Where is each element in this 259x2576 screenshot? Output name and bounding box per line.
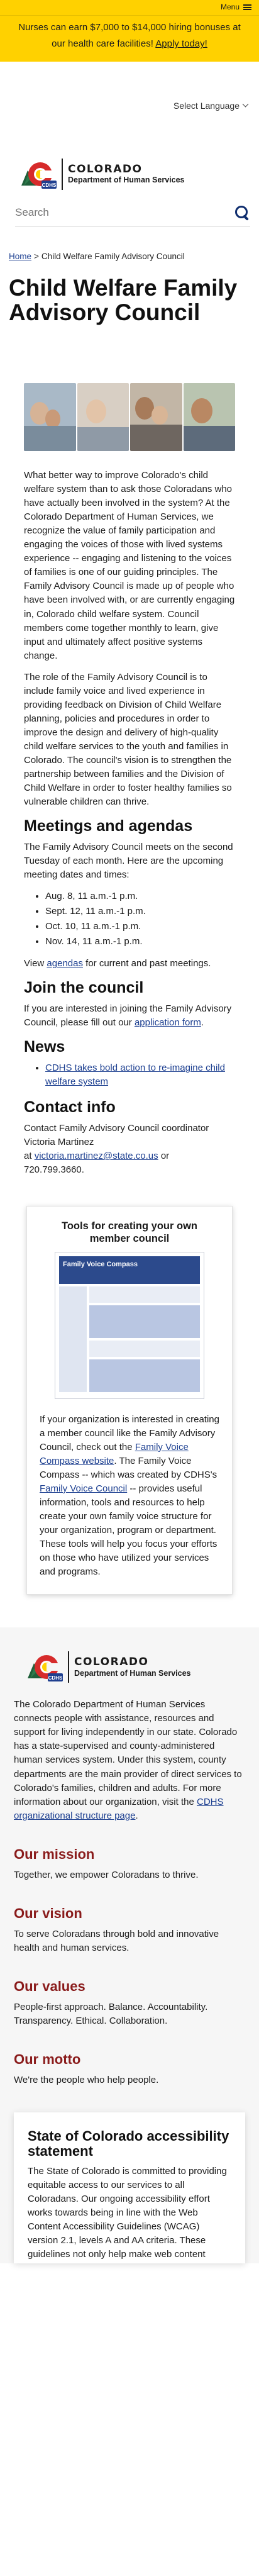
breadcrumb: Home > Child Welfare Family Advisory Cou…	[0, 226, 259, 263]
contact-or: or	[158, 1151, 170, 1162]
mission-heading: Our mission	[14, 1846, 95, 1862]
accessibility-heading: State of Colorado accessibility statemen…	[28, 2127, 229, 2160]
tools-card-title: Tools for creating your own member counc…	[61, 1220, 198, 1244]
meeting-date-item: Aug. 8, 11 a.m.-1 p.m.	[45, 889, 235, 903]
family-voice-council-link[interactable]: Family Voice Council	[40, 1483, 127, 1494]
logo-line-department: Department of Human Services	[68, 176, 185, 185]
values-text: People-first approach. Balance. Accounta…	[14, 2001, 208, 2026]
site-footer: CDHS COLORADO Department of Human Servic…	[0, 1627, 259, 2263]
news-link[interactable]: CDHS takes bold action to re-imagine chi…	[45, 1062, 225, 1087]
family-photo-2	[77, 383, 129, 452]
site-logo[interactable]: CDHS COLORADO Department of Human Servic…	[0, 112, 259, 200]
search-input[interactable]	[15, 206, 204, 220]
contact-email-link[interactable]: victoria.martinez@state.co.us	[35, 1151, 158, 1161]
meetings-text: The Family Advisory Council meets on the…	[24, 842, 233, 881]
breadcrumb-separator: >	[34, 251, 39, 261]
vision-heading: Our vision	[14, 1905, 82, 1921]
contact-text: Contact Family Advisory Council coordina…	[24, 1122, 235, 1177]
top-bar: Menu	[0, 0, 259, 15]
mission-text: Together, we empower Coloradans to thriv…	[14, 1869, 199, 1880]
news-heading: News	[24, 1038, 65, 1056]
footer-description: The Colorado Department of Human Service…	[0, 1684, 259, 1822]
chevron-down-icon	[242, 101, 249, 108]
application-form-link[interactable]: application form	[135, 1017, 201, 1028]
compass-image-main	[89, 1286, 200, 1392]
hamburger-icon	[243, 4, 251, 11]
meeting-date-item: Sept. 12, 11 a.m.-1 p.m.	[45, 905, 235, 918]
logo-text: COLORADO Department of Human Services	[68, 162, 185, 186]
intro-paragraph-1: What better way to improve Colorado's ch…	[24, 470, 235, 661]
meetings-heading: Meetings and agendas	[24, 817, 193, 835]
compass-image-body	[59, 1286, 200, 1392]
family-photo-3	[130, 383, 182, 452]
values-heading: Our values	[14, 1978, 85, 1994]
logo-line-colorado: COLORADO	[68, 162, 143, 176]
menu-label: Menu	[220, 3, 240, 12]
language-label: Select Language	[173, 100, 240, 111]
footer-desc-suffix: .	[135, 1810, 138, 1821]
family-photo-4	[183, 383, 235, 452]
menu-button[interactable]: Menu	[221, 2, 251, 13]
tools-text-suffix: -- provides useful information, tools an…	[40, 1483, 218, 1578]
logo-line-colorado: COLORADO	[74, 1656, 149, 1669]
motto-text: We're the people who help people.	[14, 2074, 159, 2085]
news-list: CDHS takes bold action to re-imagine chi…	[45, 1061, 235, 1089]
page-title: Child Welfare Family Advisory Council	[9, 275, 238, 326]
accessibility-text: The State of Colorado is committed to pr…	[28, 2165, 227, 2263]
breadcrumb-current: Child Welfare Family Advisory Council	[41, 251, 185, 261]
meeting-date-item: Oct. 10, 11 a.m.-1 p.m.	[45, 920, 235, 934]
intro-paragraph-2: The role of the Family Advisory Council …	[24, 671, 232, 808]
search-bar	[15, 200, 250, 226]
motto-heading: Our motto	[14, 2051, 81, 2067]
breadcrumb-home-link[interactable]: Home	[9, 250, 31, 263]
tools-text-prefix: If your organization is interested in cr…	[40, 1413, 219, 1452]
language-row: Select Language	[0, 62, 259, 112]
agendas-link[interactable]: agendas	[47, 958, 83, 969]
tools-card-text: If your organization is interested in cr…	[38, 1413, 221, 1580]
logo-line-department: Department of Human Services	[74, 1668, 191, 1678]
meeting-date-item: Nov. 14, 11 a.m.-1 p.m.	[45, 935, 235, 949]
logo-divider	[62, 158, 63, 190]
join-text: If you are interested in joining the Fam…	[24, 1002, 235, 1030]
join-text-suffix: .	[201, 1017, 204, 1029]
family-voice-compass-image[interactable]: Family Voice Compass	[55, 1251, 204, 1399]
colorado-logo-icon: CDHS	[25, 1649, 64, 1685]
contact-phone: 720.799.3660.	[24, 1164, 84, 1176]
contact-coordinator: Contact Family Advisory Council coordina…	[24, 1122, 209, 1147]
contact-heading: Contact info	[24, 1098, 116, 1116]
family-photo-collage	[24, 383, 235, 452]
vision-text: To serve Coloradans through bold and inn…	[14, 1928, 219, 1953]
search-icon[interactable]	[234, 204, 250, 221]
footer-desc-text: The Colorado Department of Human Service…	[14, 1699, 242, 1807]
main-content: What better way to improve Colorado's ch…	[0, 451, 259, 1177]
logo-divider	[68, 1651, 69, 1683]
compass-image-sidebar	[59, 1286, 87, 1392]
footer-logo[interactable]: CDHS COLORADO Department of Human Servic…	[0, 1646, 259, 1684]
meeting-dates-list: Aug. 8, 11 a.m.-1 p.m. Sept. 12, 11 a.m.…	[45, 889, 235, 948]
svg-text:CDHS: CDHS	[42, 182, 57, 188]
apply-today-link[interactable]: Apply today!	[155, 38, 207, 49]
colorado-logo-icon: CDHS	[19, 157, 58, 192]
news-item: CDHS takes bold action to re-imagine chi…	[45, 1061, 235, 1089]
language-select[interactable]: Select Language	[173, 99, 249, 112]
tools-card: Tools for creating your own member counc…	[26, 1206, 233, 1595]
view-agendas-prefix: View	[24, 958, 47, 969]
alert-banner: Nurses can earn $7,000 to $14,000 hiring…	[0, 15, 259, 62]
footer-logo-text: COLORADO Department of Human Services	[74, 1656, 190, 1678]
svg-text:CDHS: CDHS	[48, 1675, 63, 1681]
compass-image-header: Family Voice Compass	[59, 1256, 200, 1284]
view-agendas-suffix: for current and past meetings.	[82, 958, 211, 969]
accessibility-statement-card: State of Colorado accessibility statemen…	[14, 2112, 245, 2263]
contact-at: at	[24, 1151, 35, 1162]
view-agendas-text: View agendas for current and past meetin…	[24, 957, 235, 971]
family-photo-1	[24, 383, 76, 452]
join-heading: Join the council	[24, 979, 144, 997]
